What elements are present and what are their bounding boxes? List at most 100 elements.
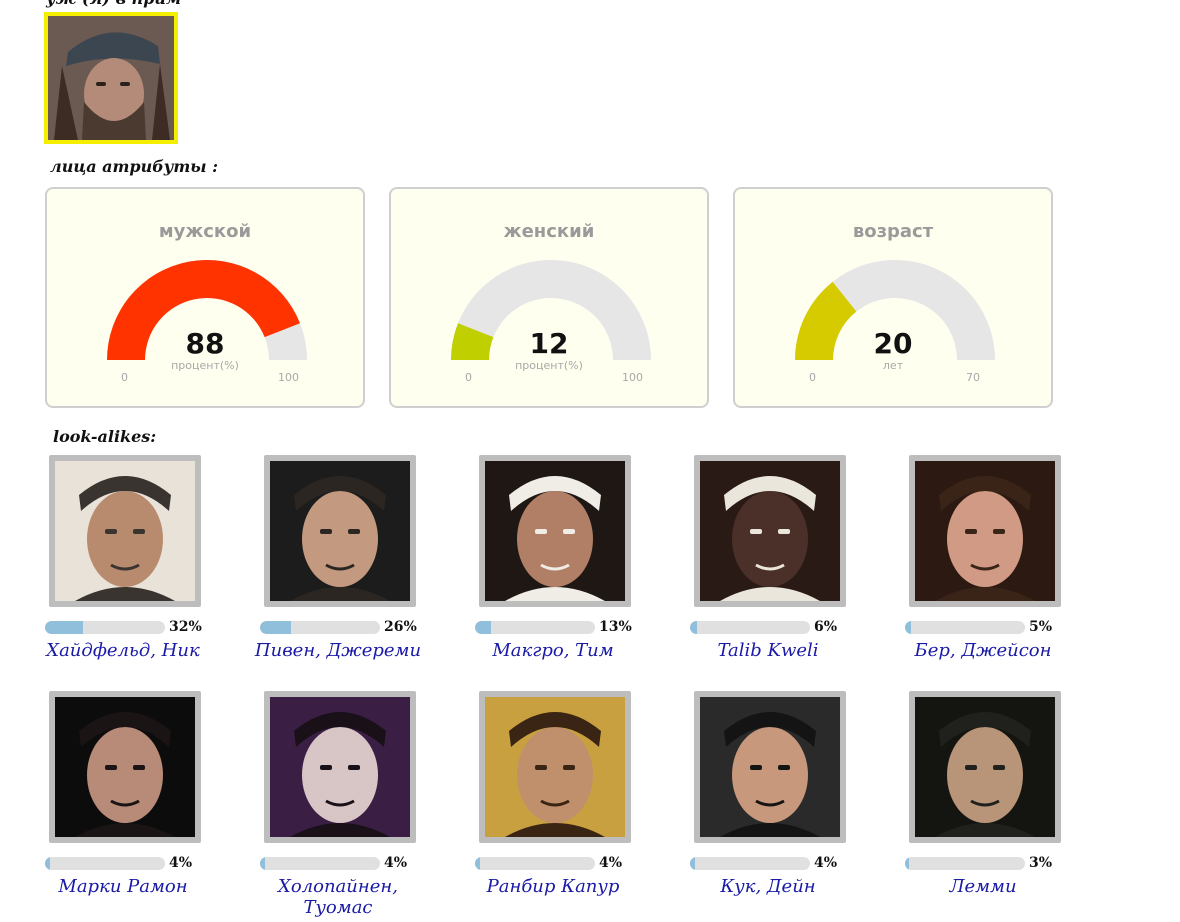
query-face-photo [44, 12, 178, 144]
eye-left [750, 529, 762, 534]
gauge-value: 12 [529, 327, 569, 360]
face-shape [517, 727, 593, 823]
look-alike-name-link[interactable]: Марки Рамон [27, 876, 219, 897]
face-image [270, 461, 410, 601]
face-image [55, 697, 195, 837]
similarity-percent: 4% [384, 855, 408, 871]
look-alike-photo[interactable] [700, 461, 840, 601]
look-alike-photo[interactable] [55, 461, 195, 601]
eye-right [778, 765, 790, 770]
gauge-card-female: женский 12 процент(%) 0 100 [389, 187, 709, 408]
similarity-percent: 4% [814, 855, 838, 871]
look-alike-photo-frame[interactable] [909, 691, 1061, 843]
gauge-title: возраст [852, 221, 934, 242]
face-image [270, 697, 410, 837]
look-alike-photo-frame[interactable] [694, 455, 846, 607]
similarity-percent: 4% [599, 855, 623, 871]
similarity-percent: 5% [1029, 619, 1053, 635]
look-alike-name-link[interactable]: Пивен, Джереми [242, 640, 434, 661]
look-alike-name-link[interactable]: Бер, Джейсон [887, 640, 1079, 661]
face-image [700, 461, 840, 601]
similarity-bar [260, 857, 380, 870]
face-image [700, 697, 840, 837]
look-alike-name-link[interactable]: Talib Kweli [672, 640, 864, 661]
eye-left [105, 765, 117, 770]
look-alike-name-link[interactable]: Холопайнен, Туомас [242, 876, 434, 918]
similarity-bar [905, 857, 1025, 870]
look-alike-name-link[interactable]: Макгро, Тим [457, 640, 649, 661]
similarity-bar-fill [260, 621, 292, 634]
eye-left [535, 529, 547, 534]
similarity-bar [475, 857, 595, 870]
similarity-percent: 6% [814, 619, 838, 635]
face-image [915, 461, 1055, 601]
face-shape [732, 727, 808, 823]
similarity-bar [690, 621, 810, 634]
similarity-bar [45, 857, 165, 870]
look-alike-photo[interactable] [700, 697, 840, 837]
query-header-text: уж (я) в прим [46, 0, 181, 8]
look-alike-photo[interactable] [55, 697, 195, 837]
look-alike-name-link[interactable]: Лемми [887, 876, 1079, 897]
look-alike-photo-frame[interactable] [694, 691, 846, 843]
similarity-bar-fill [905, 621, 911, 634]
similarity-bar-fill [905, 857, 909, 870]
look-alike-photo[interactable] [915, 461, 1055, 601]
look-alike-photo-frame[interactable] [479, 691, 631, 843]
gauge-value: 20 [873, 327, 913, 360]
gauge-card-age: возраст 20 лет 0 70 [733, 187, 1053, 408]
look-alike-photo-frame[interactable] [909, 455, 1061, 607]
look-alike-name-link[interactable]: Хайдфельд, Ник [27, 640, 219, 661]
eye-right [348, 529, 360, 534]
similarity-percent: 32% [169, 619, 202, 635]
look-alike-photo[interactable] [485, 461, 625, 601]
similarity-bar-fill [475, 621, 491, 634]
face-image [485, 697, 625, 837]
similarity-percent: 13% [599, 619, 632, 635]
similarity-bar-fill [45, 857, 50, 870]
similarity-bar [260, 621, 380, 634]
eye-left [320, 529, 332, 534]
similarity-bar-fill [45, 621, 84, 634]
look-alikes-label: look-alikes: [53, 427, 157, 446]
face-shape [947, 727, 1023, 823]
similarity-bar [475, 621, 595, 634]
eye-right [133, 765, 145, 770]
gauge-max: 100 [622, 371, 643, 384]
similarity-bar-fill [690, 621, 698, 634]
query-face-image [48, 16, 174, 140]
look-alike-photo[interactable] [485, 697, 625, 837]
gauge-value: 88 [185, 327, 225, 360]
face-shape [87, 727, 163, 823]
look-alike-photo[interactable] [270, 461, 410, 601]
similarity-bar [690, 857, 810, 870]
gauge-min: 0 [465, 371, 472, 384]
face-shape [87, 491, 163, 587]
face-shape [947, 491, 1023, 587]
look-alike-name-link[interactable]: Ранбир Капур [457, 876, 649, 897]
look-alike-name-link[interactable]: Кук, Дейн [672, 876, 864, 897]
gauge-unit: процент(%) [515, 359, 583, 372]
similarity-percent: 4% [169, 855, 193, 871]
look-alike-photo[interactable] [270, 697, 410, 837]
eye-left [320, 765, 332, 770]
similarity-bar-fill [260, 857, 265, 870]
similarity-bar [45, 621, 165, 634]
face-shape [517, 491, 593, 587]
gauge-title: женский [503, 221, 595, 242]
eye-left [535, 765, 547, 770]
look-alike-photo-frame[interactable] [264, 691, 416, 843]
face-shape [302, 727, 378, 823]
look-alike-photo-frame[interactable] [479, 455, 631, 607]
look-alike-photo-frame[interactable] [49, 455, 201, 607]
look-alike-photo-frame[interactable] [49, 691, 201, 843]
look-alike-photo-frame[interactable] [264, 455, 416, 607]
gauge-min: 0 [121, 371, 128, 384]
face-shape [302, 491, 378, 587]
gauge-title: мужской [158, 221, 252, 242]
eye-left [105, 529, 117, 534]
eye-right [778, 529, 790, 534]
eye-right [133, 529, 145, 534]
gauge-max: 100 [278, 371, 299, 384]
look-alike-photo[interactable] [915, 697, 1055, 837]
